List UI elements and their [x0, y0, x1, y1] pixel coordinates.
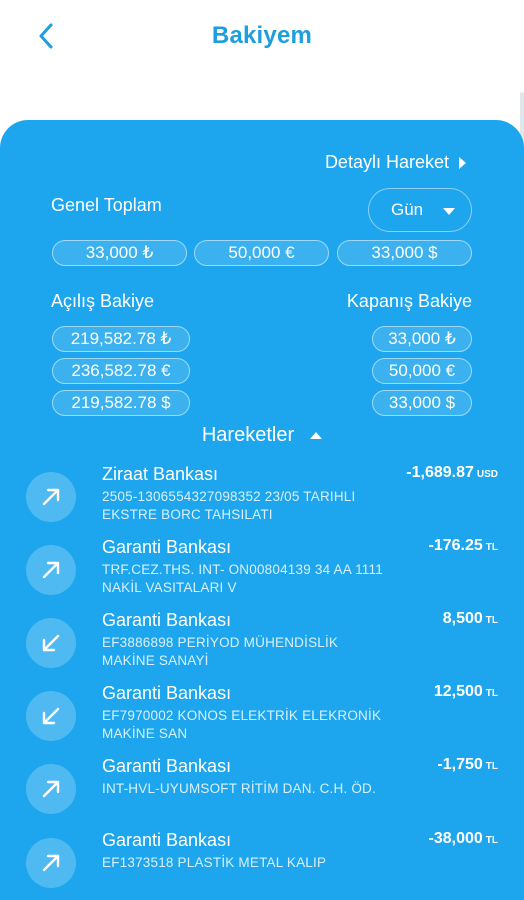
transaction-amount-value: -176.25	[428, 537, 483, 554]
opening-balance-label: Açılış Bakiye	[51, 291, 155, 311]
transaction-currency: TL	[485, 688, 498, 699]
transaction-bank: Garanti Bankası	[102, 830, 232, 850]
closing-balance-label: Kapanış Bakiye	[346, 291, 472, 311]
transactions-toggle[interactable]: Hareketler	[0, 424, 524, 447]
caret-right-icon	[459, 156, 466, 169]
transaction-currency: TL	[485, 615, 498, 626]
period-value: Gün	[391, 200, 424, 219]
transaction-bank: Garanti Bankası	[102, 610, 232, 630]
closing-try-pill: 33,000 ₺	[372, 326, 472, 352]
transaction-currency: TL	[485, 835, 498, 846]
arrow-up-right-icon	[42, 488, 60, 506]
arrow-up-right-icon	[42, 561, 60, 579]
transaction-description: EF7970002 KONOS ELEKTRİK ELEKRONİK MAKİN…	[102, 708, 382, 741]
caret-up-icon	[310, 432, 323, 439]
transaction-description: 2505-1306554327098352 23/05 TARIHLI EKST…	[102, 489, 356, 522]
transaction-currency: USD	[476, 469, 498, 480]
transactions-label: Hareketler	[201, 424, 295, 446]
transaction-amount: -38,000 TL	[429, 830, 498, 848]
page-title: Bakiyem	[211, 22, 313, 49]
detailed-transactions-label: Detaylı Hareket	[324, 152, 449, 172]
transaction-amount-value: 8,500	[442, 610, 483, 627]
arrow-down-left-icon	[42, 707, 60, 725]
transaction-bank: Garanti Bankası	[102, 683, 232, 703]
transaction-amount: 12,500 TL	[434, 683, 498, 701]
caret-down-icon	[443, 208, 455, 215]
total-usd-pill: 33,000 $	[337, 240, 472, 266]
opening-usd-pill: 219,582.78 $	[52, 390, 190, 416]
balance-panel: Detaylı Hareket Genel Toplam Gün 33,000 …	[0, 120, 524, 900]
transaction-direction-icon-circle	[26, 545, 76, 595]
transaction-direction-icon-circle	[26, 764, 76, 814]
transaction-row[interactable]: Ziraat Bankası 2505-1306554327098352 23/0…	[0, 464, 524, 534]
transaction-amount-value: -1,689.87	[406, 464, 474, 481]
transaction-amount-value: -1,750	[437, 756, 483, 773]
arrow-up-right-icon	[42, 854, 60, 872]
transaction-currency: TL	[485, 761, 498, 772]
transaction-description: TRF.CEZ.THS. INT- ON00804139 34 AA 1111 …	[102, 562, 383, 595]
opening-eur-pill: 236,582.78 €	[52, 358, 190, 384]
transaction-direction-icon-circle	[26, 691, 76, 741]
closing-usd-pill: 33,000 $	[372, 390, 472, 416]
header: Bakiyem	[0, 0, 524, 80]
transaction-direction-icon-circle	[26, 838, 76, 888]
total-label: Genel Toplam	[51, 195, 162, 215]
transaction-amount: -1,689.87 USD	[406, 464, 498, 482]
arrow-down-left-icon	[42, 634, 60, 652]
transaction-description: INT-HVL-UYUMSOFT RİTİM DAN. C.H. ÖD.	[102, 781, 376, 796]
transaction-description: EF1373518 PLASTİK METAL KALIP	[102, 855, 327, 870]
transaction-direction-icon-circle	[26, 618, 76, 668]
transaction-amount-value: 12,500	[433, 683, 483, 700]
transaction-row[interactable]: Garanti Bankası TRF.CEZ.THS. INT- ON00804…	[0, 537, 524, 607]
closing-eur-pill: 50,000 €	[372, 358, 472, 384]
transaction-description: EF3886898 PERİYOD MÜHENDİSLİK MAKİNE SAN…	[102, 635, 339, 668]
transaction-row[interactable]: Garanti Bankası EF1373518 PLASTİK METAL K…	[0, 830, 524, 900]
detailed-transactions-link[interactable]: Detaylı Hareket	[325, 152, 466, 173]
transaction-amount-value: -38,000	[428, 830, 483, 847]
opening-try-pill: 219,582.78 ₺	[52, 326, 190, 352]
total-eur-pill: 50,000 €	[194, 240, 329, 266]
transaction-amount: -176.25 TL	[429, 537, 498, 555]
transaction-amount: -1,750 TL	[437, 756, 498, 774]
transaction-bank: Garanti Bankası	[102, 537, 232, 557]
total-try-pill: 33,000 ₺	[52, 240, 187, 266]
transaction-row[interactable]: Garanti Bankası EF7970002 KONOS ELEKTRİK …	[0, 683, 524, 753]
transaction-row[interactable]: Garanti Bankası EF3886898 PERİYOD MÜHENDİ…	[0, 610, 524, 680]
transaction-direction-icon-circle	[26, 472, 76, 522]
transaction-row[interactable]: Garanti Bankası INT-HVL-UYUMSOFT RİTİM DA…	[0, 756, 524, 826]
transaction-bank: Garanti Bankası	[102, 756, 232, 776]
transaction-currency: TL	[485, 542, 498, 553]
transaction-bank: Ziraat Bankası	[102, 464, 219, 484]
transaction-amount: 8,500 TL	[443, 610, 498, 628]
period-dropdown[interactable]: Gün	[368, 188, 472, 232]
arrow-up-right-icon	[42, 780, 60, 798]
